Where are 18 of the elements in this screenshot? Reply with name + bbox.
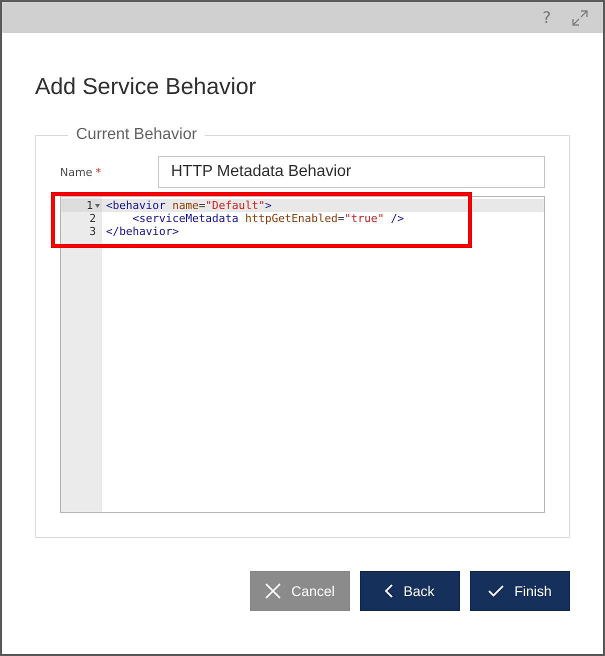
line-number: 2 <box>89 212 96 225</box>
dialog-title: Add Service Behavior <box>35 73 258 101</box>
group-legend: Current Behavior <box>68 126 205 144</box>
dialog-button[interactable]: Back <box>360 571 460 611</box>
code-line: <behavior name="Default"> <box>105 199 272 212</box>
close-icon <box>265 583 282 599</box>
dialog-button[interactable]: Finish <box>470 571 570 611</box>
line-number: 3 <box>89 225 96 238</box>
checkmark-icon <box>488 585 504 597</box>
fold-icon[interactable] <box>95 204 100 208</box>
line-number: 1 <box>86 199 93 212</box>
code-line: </behavior> <box>105 225 179 238</box>
expand-icon[interactable] <box>571 8 589 26</box>
chevron-left-icon <box>385 584 394 598</box>
code-line: <serviceMetadata httpGetEnabled="true" /> <box>131 212 404 225</box>
required-mark: * <box>95 166 101 178</box>
name-label: Name <box>60 166 92 178</box>
name-field[interactable]: HTTP Metadata Behavior <box>158 156 545 188</box>
